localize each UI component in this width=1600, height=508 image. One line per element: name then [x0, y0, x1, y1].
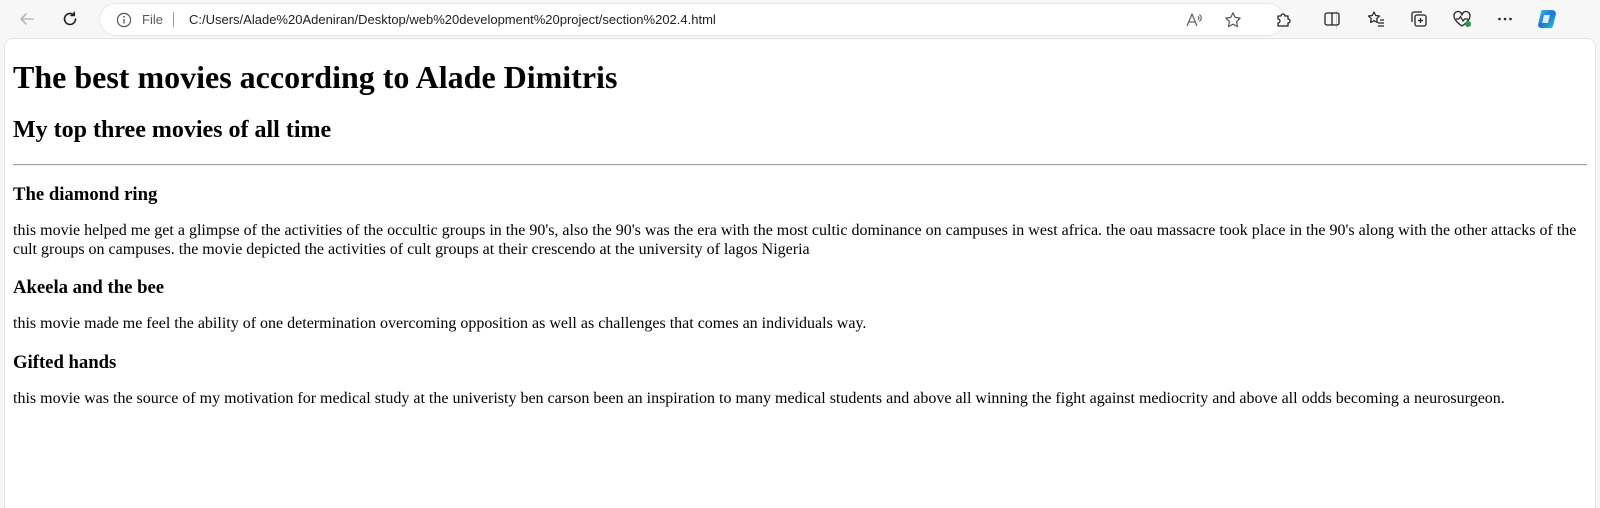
page-title: The best movies according to Alade Dimit… [13, 59, 618, 95]
heart-pulse-icon [1453, 10, 1471, 27]
puzzle-icon [1277, 13, 1291, 27]
horizontal-rule [13, 164, 1587, 166]
favorites-button[interactable] [1362, 5, 1390, 33]
performance-button[interactable] [1448, 5, 1476, 33]
movie-description: this movie made me feel the ability of o… [13, 315, 867, 332]
collections-button[interactable] [1405, 5, 1433, 33]
collections-icon [1411, 11, 1427, 27]
refresh-button[interactable] [55, 4, 85, 34]
copilot-icon [1538, 10, 1556, 29]
page-viewport: The best movies according to Alade Dimit… [4, 38, 1596, 508]
address-bar[interactable]: File C:/Users/Alade%20Adeniran/Desktop/w… [100, 4, 1284, 35]
more-button[interactable] [1491, 5, 1519, 33]
star-icon [1225, 12, 1241, 28]
read-aloud-button[interactable] [1183, 9, 1205, 31]
url-text[interactable]: C:/Users/Alade%20Adeniran/Desktop/web%20… [189, 11, 716, 28]
movie-description: this movie helped me get a glimpse of th… [13, 222, 1577, 258]
movie-title: Gifted hands [13, 351, 117, 373]
back-button[interactable] [12, 4, 42, 34]
read-aloud-icon [1186, 13, 1202, 27]
movie-description: this movie was the source of my motivati… [13, 389, 1505, 407]
page-content: The best movies according to Alade Dimit… [5, 59, 1595, 408]
info-icon[interactable] [116, 12, 132, 28]
refresh-icon [63, 11, 77, 26]
favorites-icon [1367, 11, 1384, 27]
address-scheme: File [142, 12, 163, 27]
split-screen-icon [1324, 12, 1340, 26]
back-arrow-icon [20, 13, 34, 25]
copilot-button[interactable] [1533, 5, 1561, 33]
page-subtitle: My top three movies of all time [13, 117, 332, 143]
browser-toolbar: File C:/Users/Alade%20Adeniran/Desktop/w… [0, 0, 1600, 38]
split-screen-button[interactable] [1318, 5, 1346, 33]
favorite-button[interactable] [1222, 9, 1244, 31]
extensions-button[interactable] [1270, 5, 1298, 33]
movie-title: The diamond ring [13, 184, 158, 205]
movie-title: Akeela and the bee [13, 277, 165, 298]
more-dots-icon [1498, 17, 1512, 21]
address-divider [173, 12, 174, 27]
